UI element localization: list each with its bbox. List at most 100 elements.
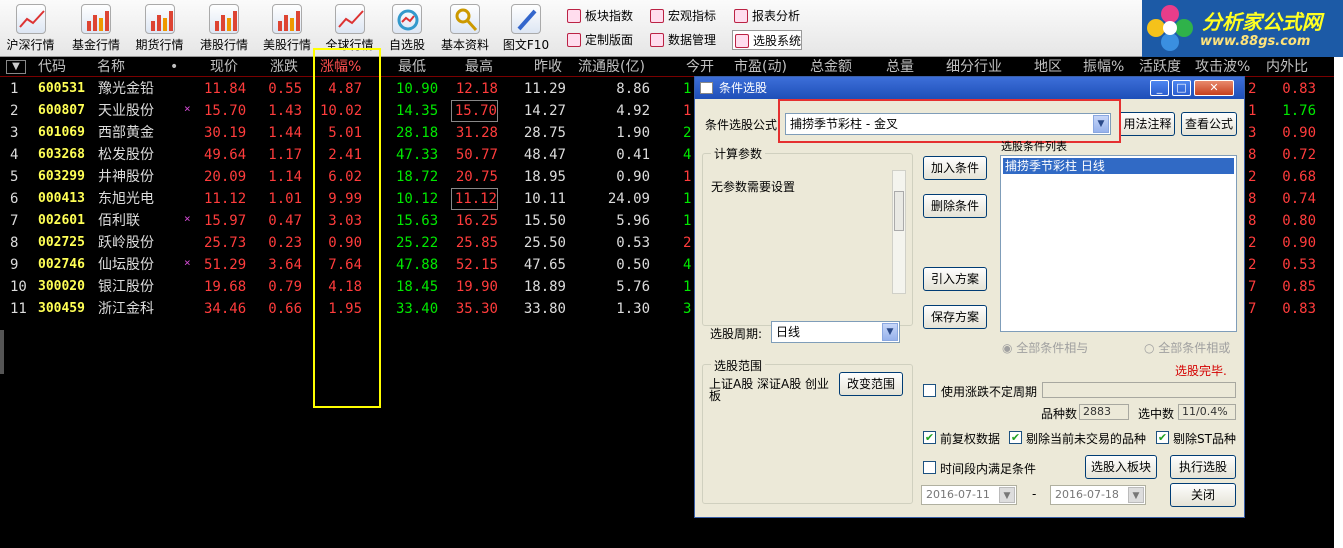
close-button[interactable]: 关闭 — [1170, 483, 1236, 507]
column-header[interactable]: 总金额 — [810, 57, 852, 77]
condition-list-label: 选股条件列表 — [1001, 140, 1067, 153]
fq-label: 前复权数据 — [940, 432, 1001, 446]
cell-idx: 8 — [10, 235, 19, 251]
column-header[interactable]: 现价 — [210, 57, 238, 77]
maximize-button[interactable]: □ — [1172, 80, 1191, 96]
toolbar-button-4[interactable]: 美股行情 — [258, 0, 316, 57]
exclude-untraded-label: 剔除当前未交易的品种 — [1026, 432, 1147, 446]
fq-checkbox[interactable]: ✔ — [923, 431, 936, 444]
close-window-button[interactable]: ✕ — [1194, 80, 1234, 96]
cell-prev: 18.95 — [523, 169, 566, 185]
bar-chart-icon — [209, 4, 239, 34]
toolbar-button-6[interactable]: 自选股 — [384, 0, 430, 57]
view-formula-button[interactable]: 查看公式 — [1181, 112, 1237, 136]
mini-toolbar-button[interactable]: 定制版面 — [565, 30, 633, 50]
column-header[interactable]: 地区 — [1034, 57, 1062, 77]
status-text: 选股完毕. — [1175, 364, 1227, 378]
cell-price: 49.64 — [204, 147, 247, 163]
cell-name: 豫光金铅 — [98, 81, 154, 97]
mini-toolbar-label: 宏观指标 — [668, 9, 717, 23]
usage-button[interactable]: 用法注释 — [1121, 112, 1175, 136]
use-variable-period-checkbox[interactable] — [923, 384, 936, 397]
delete-condition-button[interactable]: 删除条件 — [923, 194, 987, 218]
date-from-select[interactable]: 2016-07-11 ▼ — [921, 485, 1017, 505]
cell-code: 600807 — [38, 103, 85, 118]
radio-all-and[interactable]: ◉ 全部条件相与 — [1002, 339, 1088, 356]
mini-toolbar-button[interactable]: 选股系统 — [732, 30, 803, 50]
cell-name: 跃岭股份 — [98, 235, 154, 251]
column-header[interactable]: 今开 — [686, 57, 714, 77]
import-plan-button[interactable]: 引入方案 — [923, 267, 987, 291]
toolbar-button-2[interactable]: 期货行情 — [131, 0, 188, 57]
column-header[interactable]: 细分行业 — [946, 57, 1002, 77]
cell-high: 16.25 — [455, 213, 498, 229]
column-header[interactable]: 振幅% — [1083, 57, 1124, 77]
exclude-untraded-checkbox[interactable]: ✔ — [1009, 431, 1022, 444]
cell-price: 11.84 — [204, 81, 247, 97]
logo-title: 分析家公式网 — [1202, 10, 1322, 34]
right-scrollbar[interactable] — [1334, 57, 1343, 548]
mini-toolbar-button[interactable]: 宏观指标 — [648, 6, 716, 26]
column-header[interactable]: 市盈(动) — [734, 57, 787, 77]
column-header[interactable]: 总量 — [886, 57, 914, 77]
column-header[interactable]: 最高 — [465, 57, 493, 77]
sort-menu-icon[interactable]: ▼ — [6, 60, 26, 74]
column-header[interactable]: 攻击波% — [1195, 57, 1250, 77]
cell-attack-wave: 2 — [1248, 169, 1257, 185]
variable-period-field[interactable] — [1042, 382, 1236, 398]
add-condition-button[interactable]: 加入条件 — [923, 156, 987, 180]
line-chart-icon — [334, 4, 365, 34]
count-label: 品种数 — [1041, 407, 1078, 421]
cell-open: 1 — [683, 103, 692, 119]
column-header[interactable]: 名称 — [97, 57, 125, 77]
column-header[interactable]: 活跃度 — [1139, 57, 1181, 77]
column-header[interactable]: 涨跌 — [270, 57, 298, 77]
cell-prev: 10.11 — [523, 191, 566, 207]
period-select[interactable]: 日线 ▼ — [771, 321, 900, 343]
column-header[interactable]: 代码 — [38, 57, 66, 77]
cell-inout-ratio: 0.83 — [1282, 81, 1316, 97]
date-to-select[interactable]: 2016-07-18 ▼ — [1050, 485, 1146, 505]
cell-code: 300459 — [38, 301, 85, 316]
cell-inout-ratio: 0.83 — [1282, 301, 1316, 317]
column-header[interactable]: 内外比 — [1266, 57, 1308, 77]
radio-all-or[interactable]: ○ 全部条件相或 — [1144, 339, 1230, 356]
cell-name: 井神股份 — [98, 169, 154, 185]
column-header[interactable]: 昨收 — [534, 57, 562, 77]
cell-inout-ratio: 0.90 — [1282, 125, 1316, 141]
mini-toolbar-button[interactable]: 报表分析 — [732, 6, 800, 26]
cell-open: 1 — [683, 191, 692, 207]
condition-list-item[interactable]: 捕捞季节彩柱 日线 — [1003, 158, 1234, 174]
column-header[interactable]: 最低 — [398, 57, 426, 77]
toolbar-button-7[interactable]: 基本资料 — [436, 0, 494, 57]
toolbar-button-1[interactable]: 基金行情 — [66, 0, 126, 57]
params-scroll-thumb[interactable] — [894, 191, 904, 231]
minimize-button[interactable]: _ — [1150, 80, 1169, 96]
period-condition-checkbox[interactable] — [923, 461, 936, 474]
column-header[interactable]: 流通股(亿) — [578, 57, 645, 77]
cell-code: 603268 — [38, 147, 85, 162]
cell-open: 4 — [683, 257, 692, 273]
cell-code: 002725 — [38, 235, 85, 250]
toolbar-button-8[interactable]: 图文F10 — [500, 0, 552, 57]
cell-code: 002601 — [38, 213, 85, 228]
run-select-button[interactable]: 执行选股 — [1170, 455, 1236, 479]
save-plan-button[interactable]: 保存方案 — [923, 305, 987, 329]
mini-toolbar-button[interactable]: 数据管理 — [648, 30, 716, 50]
toolbar-button-3[interactable]: 港股行情 — [196, 0, 252, 57]
left-splitter[interactable] — [0, 330, 4, 374]
condition-list[interactable]: 捕捞季节彩柱 日线 — [1000, 155, 1237, 332]
column-menu-icon[interactable]: • — [170, 57, 178, 77]
change-range-button[interactable]: 改变范围 — [839, 372, 903, 396]
mini-chart-icon — [650, 9, 664, 23]
params-scrollbar[interactable] — [892, 170, 906, 294]
mini-toolbar-button[interactable]: 板块指数 — [565, 6, 633, 26]
cell-open: 1 — [683, 279, 692, 295]
exclude-st-checkbox[interactable]: ✔ — [1156, 431, 1169, 444]
to-block-button[interactable]: 选股入板块 — [1085, 455, 1157, 479]
toolbar-button-0[interactable]: 沪深行情 — [3, 0, 58, 57]
cell-name: 佰利联 — [98, 213, 140, 229]
cell-chg: 0.23 — [268, 235, 302, 251]
line-chart-icon — [15, 4, 46, 34]
cell-low: 18.72 — [396, 169, 439, 185]
